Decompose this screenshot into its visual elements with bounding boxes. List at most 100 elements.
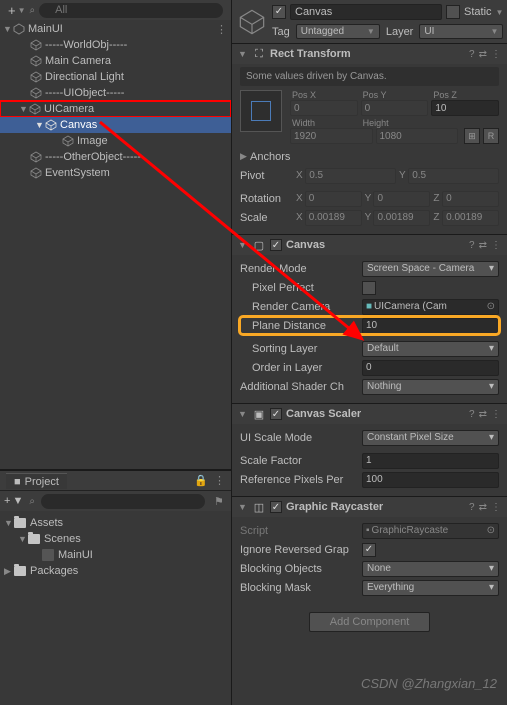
static-dropdown-caret[interactable]: ▼ xyxy=(496,8,504,17)
item-label: UICamera xyxy=(44,103,94,115)
scale-mode-dropdown[interactable]: Constant Pixel Size▾ xyxy=(362,430,499,446)
canvas-icon: ▢ xyxy=(252,238,266,252)
height-input[interactable] xyxy=(376,128,459,144)
unity-scene-icon xyxy=(13,23,25,35)
scene-row[interactable]: ▼ MainUI ⋮ xyxy=(0,21,231,37)
inspector-panel: Static ▼ Tag Untagged▼ Layer UI▼ ▼ ⛶ Rec… xyxy=(232,0,507,705)
info-box: Some values driven by Canvas. xyxy=(240,67,499,86)
hierarchy-item[interactable]: Directional Light xyxy=(0,69,231,85)
foldout-icon[interactable]: ▼ xyxy=(238,240,248,250)
canvas-component: ▼ ▢ Canvas ? ⇄ ⋮ Render Mode Screen Spac… xyxy=(232,234,507,403)
scale-z-input[interactable] xyxy=(442,210,499,226)
foldout-icon[interactable]: ▶ xyxy=(4,566,14,577)
hierarchy-item[interactable]: -----OtherObject----- xyxy=(0,149,231,165)
pos-x-input[interactable] xyxy=(290,100,358,116)
preset-icon[interactable]: ⇄ xyxy=(479,49,487,60)
folder-label: Assets xyxy=(30,517,63,529)
filter-favorites-icon[interactable]: ⚑ xyxy=(211,495,227,508)
pos-z-input[interactable] xyxy=(431,100,499,116)
additional-shader-dropdown[interactable]: Nothing▾ xyxy=(362,379,499,395)
render-mode-dropdown[interactable]: Screen Space - Camera▾ xyxy=(362,261,499,277)
static-checkbox[interactable] xyxy=(446,5,460,19)
scene-menu-icon[interactable]: ⋮ xyxy=(216,23,227,36)
component-menu-icon[interactable]: ⋮ xyxy=(491,240,501,251)
help-icon[interactable]: ? xyxy=(469,240,475,251)
create-dropdown-caret[interactable]: ▼ xyxy=(18,6,26,15)
scale-x-input[interactable] xyxy=(305,210,362,226)
ignore-reversed-checkbox[interactable] xyxy=(362,543,376,557)
layer-label: Layer xyxy=(386,26,414,38)
render-camera-field[interactable]: ■UICamera (Cam⊙ xyxy=(362,299,499,315)
preset-icon[interactable]: ⇄ xyxy=(479,502,487,513)
foldout-icon[interactable]: ▼ xyxy=(35,120,45,130)
create-asset-caret[interactable]: ▼ xyxy=(12,495,23,507)
hierarchy-item-uicamera[interactable]: ▼ UICamera xyxy=(0,101,231,117)
blueprint-mode-button[interactable]: ⊞ xyxy=(464,128,480,144)
rot-x-input[interactable] xyxy=(305,191,362,207)
anchor-preset-button[interactable] xyxy=(240,90,282,132)
component-menu-icon[interactable]: ⋮ xyxy=(491,502,501,513)
foldout-icon[interactable]: ▼ xyxy=(4,518,14,528)
blocking-objects-dropdown[interactable]: None▾ xyxy=(362,561,499,577)
hierarchy-item[interactable]: Main Camera xyxy=(0,53,231,69)
hierarchy-item[interactable]: EventSystem xyxy=(0,165,231,181)
project-asset-mainui[interactable]: MainUI xyxy=(0,547,231,563)
plane-distance-input[interactable] xyxy=(362,318,499,334)
sorting-layer-dropdown[interactable]: Default▾ xyxy=(362,341,499,357)
rot-z-input[interactable] xyxy=(442,191,499,207)
tag-dropdown[interactable]: Untagged▼ xyxy=(296,24,380,39)
component-enabled-checkbox[interactable] xyxy=(270,501,282,513)
hierarchy-item-canvas[interactable]: ▼ Canvas xyxy=(0,117,231,133)
inspector-header: Static ▼ Tag Untagged▼ Layer UI▼ xyxy=(232,0,507,43)
foldout-icon[interactable]: ▼ xyxy=(238,502,248,512)
pos-y-input[interactable] xyxy=(361,100,429,116)
component-menu-icon[interactable]: ⋮ xyxy=(491,49,501,60)
project-folder-packages[interactable]: ▶ Packages xyxy=(0,563,231,579)
raw-edit-button[interactable]: R xyxy=(483,128,499,144)
gameobject-name-input[interactable] xyxy=(290,4,442,20)
pixel-perfect-checkbox[interactable] xyxy=(362,281,376,295)
component-enabled-checkbox[interactable] xyxy=(270,239,282,251)
project-tab[interactable]: ■Project xyxy=(6,473,67,489)
hierarchy-item[interactable]: Image xyxy=(0,133,231,149)
create-asset-button[interactable]: + xyxy=(4,495,10,507)
pivot-x-input[interactable] xyxy=(305,168,396,184)
panel-menu-icon[interactable]: ⋮ xyxy=(214,474,225,487)
hierarchy-item[interactable]: -----WorldObj----- xyxy=(0,37,231,53)
project-folder-assets[interactable]: ▼ Assets xyxy=(0,515,231,531)
preset-icon[interactable]: ⇄ xyxy=(479,409,487,420)
enabled-checkbox[interactable] xyxy=(272,5,286,19)
foldout-icon[interactable]: ▼ xyxy=(238,409,248,419)
anchors-foldout[interactable]: ▶ xyxy=(240,151,250,162)
component-enabled-checkbox[interactable] xyxy=(270,408,282,420)
blocking-mask-dropdown[interactable]: Everything▾ xyxy=(362,580,499,596)
help-icon[interactable]: ? xyxy=(469,409,475,420)
help-icon[interactable]: ? xyxy=(469,502,475,513)
component-header[interactable]: ▼ ▣ Canvas Scaler ? ⇄ ⋮ xyxy=(232,404,507,424)
item-label: -----OtherObject----- xyxy=(45,151,141,163)
foldout-icon[interactable]: ▼ xyxy=(3,24,13,34)
ref-pixels-input[interactable] xyxy=(362,472,499,488)
foldout-icon[interactable]: ▼ xyxy=(19,104,29,114)
pivot-y-input[interactable] xyxy=(408,168,499,184)
scale-factor-input[interactable] xyxy=(362,453,499,469)
preset-icon[interactable]: ⇄ xyxy=(479,240,487,251)
order-in-layer-input[interactable] xyxy=(362,360,499,376)
hierarchy-search-input[interactable] xyxy=(39,3,223,18)
component-header[interactable]: ▼ ▢ Canvas ? ⇄ ⋮ xyxy=(232,235,507,255)
scale-y-input[interactable] xyxy=(373,210,430,226)
component-header[interactable]: ▼ ⛶ Rect Transform ? ⇄ ⋮ xyxy=(232,44,507,64)
component-menu-icon[interactable]: ⋮ xyxy=(491,409,501,420)
component-header[interactable]: ▼ ◫ Graphic Raycaster ? ⇄ ⋮ xyxy=(232,497,507,517)
project-folder-scenes[interactable]: ▼ Scenes xyxy=(0,531,231,547)
lock-icon[interactable]: 🔒 xyxy=(194,474,208,487)
layer-dropdown[interactable]: UI▼ xyxy=(419,24,503,39)
foldout-icon[interactable]: ▼ xyxy=(18,534,28,544)
rot-y-input[interactable] xyxy=(373,191,430,207)
help-icon[interactable]: ? xyxy=(469,49,475,60)
project-search-input[interactable] xyxy=(41,494,205,509)
hierarchy-item[interactable]: -----UIObject----- xyxy=(0,85,231,101)
foldout-icon[interactable]: ▼ xyxy=(238,49,248,59)
width-input[interactable] xyxy=(290,128,373,144)
add-component-button[interactable]: Add Component xyxy=(309,612,431,632)
